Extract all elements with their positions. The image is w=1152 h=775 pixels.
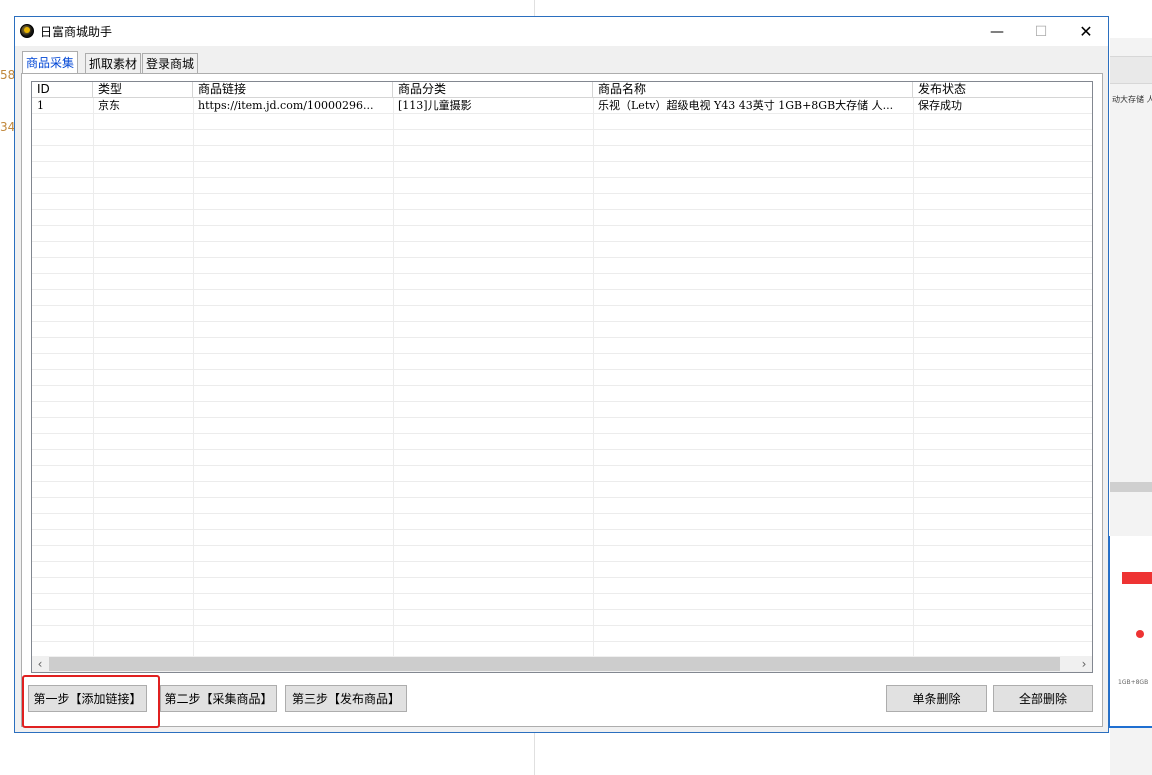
window-title: 日富商城助手	[40, 25, 113, 39]
empty-table-row	[32, 546, 1092, 562]
cell-status: 保存成功	[918, 99, 962, 112]
empty-table-row	[32, 610, 1092, 626]
publish-products-button[interactable]: 第三步【发布商品】	[285, 685, 407, 712]
column-header-status[interactable]: 发布状态	[913, 82, 1092, 97]
horizontal-scrollbar[interactable]: ‹ ›	[32, 656, 1092, 672]
empty-table-row	[32, 178, 1092, 194]
title-bar[interactable]: 日富商城助手 — ☐ ✕	[15, 17, 1108, 46]
highlight-box	[22, 675, 160, 728]
tab-grab-material[interactable]: 抓取素材	[85, 53, 142, 73]
background-badge-dot	[1136, 630, 1144, 638]
table-body: 1 京东 https://item.jd.com/10000296... [11…	[32, 98, 1092, 658]
background-snippet: 动大存储 人	[1112, 95, 1152, 104]
cell-category: [113]儿童摄影	[398, 99, 472, 112]
table-row[interactable]: 1 京东 https://item.jd.com/10000296... [11…	[32, 98, 1092, 114]
collect-products-button[interactable]: 第二步【采集商品】	[160, 685, 277, 712]
empty-table-row	[32, 114, 1092, 130]
product-table: ID 类型 商品链接 商品分类 商品名称 发布状态 1 京东 https://i…	[31, 81, 1093, 673]
maximize-icon: ☐	[1034, 23, 1048, 40]
scrollbar-thumb[interactable]	[49, 657, 1060, 671]
empty-table-row	[32, 594, 1092, 610]
cell-name: 乐视（Letv）超级电视 Y43 43英寸 1GB+8GB大存储 人...	[598, 99, 894, 112]
close-icon: ✕	[1079, 22, 1093, 41]
empty-table-row	[32, 482, 1092, 498]
background-toolbar	[1110, 56, 1152, 84]
background-red-tag	[1122, 572, 1152, 584]
tab-login-mall[interactable]: 登录商城	[142, 53, 199, 73]
column-header-id[interactable]: ID	[32, 82, 93, 97]
table-header: ID 类型 商品链接 商品分类 商品名称 发布状态	[32, 82, 1092, 98]
empty-table-row	[32, 306, 1092, 322]
empty-table-row	[32, 274, 1092, 290]
column-header-type[interactable]: 类型	[93, 82, 193, 97]
scroll-right-icon[interactable]: ›	[1076, 656, 1092, 672]
empty-table-row	[32, 146, 1092, 162]
empty-table-row	[32, 530, 1092, 546]
background-webpage-frame	[1108, 536, 1152, 728]
column-header-name[interactable]: 商品名称	[593, 82, 913, 97]
empty-table-row	[32, 498, 1092, 514]
app-window: 日富商城助手 — ☐ ✕ 商品采集 抓取素材 登录商城 ID 类型 商品链接 商…	[14, 16, 1109, 733]
delete-all-button[interactable]: 全部删除	[993, 685, 1093, 712]
cell-link: https://item.jd.com/10000296...	[198, 99, 374, 112]
empty-table-row	[32, 370, 1092, 386]
background-scroll-block	[1110, 482, 1152, 492]
column-header-link[interactable]: 商品链接	[193, 82, 393, 97]
empty-table-row	[32, 130, 1092, 146]
cell-id: 1	[37, 99, 44, 112]
empty-table-row	[32, 338, 1092, 354]
empty-table-row	[32, 450, 1092, 466]
empty-table-row	[32, 562, 1092, 578]
scroll-left-icon[interactable]: ‹	[32, 656, 48, 672]
close-button[interactable]: ✕	[1063, 17, 1109, 46]
delete-one-button[interactable]: 单条删除	[886, 685, 987, 712]
empty-table-row	[32, 434, 1092, 450]
empty-table-row	[32, 402, 1092, 418]
empty-table-row	[32, 194, 1092, 210]
empty-table-row	[32, 626, 1092, 642]
empty-table-row	[32, 290, 1092, 306]
empty-table-row	[32, 242, 1092, 258]
empty-table-row	[32, 226, 1092, 242]
column-header-category[interactable]: 商品分类	[393, 82, 593, 97]
background-mini-text: 1GB+8GB	[1118, 679, 1149, 686]
tab-product-collect[interactable]: 商品采集	[22, 51, 79, 74]
empty-table-row	[32, 466, 1092, 482]
app-logo-icon	[20, 24, 34, 38]
empty-table-row	[32, 322, 1092, 338]
empty-table-row	[32, 578, 1092, 594]
tab-bar: 商品采集 抓取素材 登录商城	[15, 51, 1108, 75]
empty-table-row	[32, 162, 1092, 178]
empty-table-row	[32, 354, 1092, 370]
empty-table-row	[32, 514, 1092, 530]
empty-table-row	[32, 386, 1092, 402]
empty-table-row	[32, 418, 1092, 434]
empty-table-row	[32, 210, 1092, 226]
minimize-button[interactable]: —	[974, 17, 1020, 46]
empty-table-row	[32, 258, 1092, 274]
maximize-button[interactable]: ☐	[1018, 17, 1064, 46]
minimize-icon: —	[990, 23, 1004, 40]
cell-type: 京东	[98, 99, 120, 112]
